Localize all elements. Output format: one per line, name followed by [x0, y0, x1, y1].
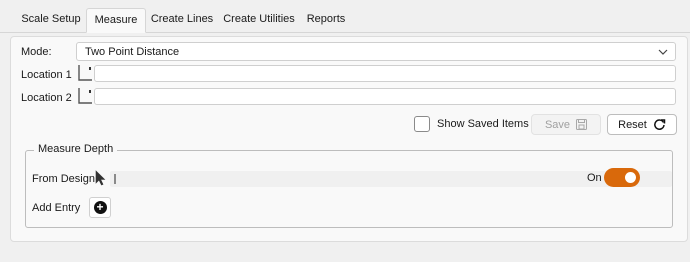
tab-scale-setup[interactable]: Scale Setup [16, 8, 86, 32]
point-picker-icon[interactable] [78, 87, 92, 104]
refresh-icon [653, 119, 666, 130]
save-button[interactable]: Save [531, 114, 601, 135]
save-label: Save [544, 118, 571, 131]
measure-depth-title: Measure Depth [34, 143, 118, 155]
location-1-input[interactable] [94, 65, 676, 82]
chevron-down-icon [658, 49, 668, 55]
show-saved-checkbox[interactable] [414, 116, 430, 132]
measure-depth-group [25, 150, 673, 228]
toggle-state-label: On [587, 172, 602, 184]
show-saved-label: Show Saved Items [437, 118, 529, 130]
tab-reports[interactable]: Reports [300, 8, 352, 32]
mode-value: Two Point Distance [85, 46, 180, 58]
from-design-label: From Design: [32, 173, 99, 185]
mode-label: Mode: [21, 46, 52, 58]
tab-create-utilities[interactable]: Create Utilities [218, 8, 300, 32]
location-1-label: Location 1 [21, 69, 72, 81]
floppy-disk-icon [576, 119, 588, 130]
reset-label: Reset [618, 118, 647, 131]
pointer-icon [95, 170, 106, 186]
location-2-input[interactable] [94, 88, 676, 105]
add-entry-button[interactable]: + [89, 197, 111, 218]
mode-select[interactable]: Two Point Distance [76, 42, 676, 61]
point-picker-icon[interactable] [78, 64, 92, 81]
tab-create-lines[interactable]: Create Lines [146, 8, 218, 32]
plus-circle-icon: + [93, 201, 107, 214]
text-caret [114, 174, 116, 184]
tab-measure[interactable]: Measure [86, 8, 146, 33]
from-design-toggle[interactable] [604, 168, 640, 187]
toggle-knob [625, 172, 636, 183]
add-entry-label: Add Entry [32, 202, 81, 214]
reset-button[interactable]: Reset [607, 114, 677, 135]
tab-bar: Scale Setup Measure Create Lines Create … [0, 0, 690, 33]
location-2-label: Location 2 [21, 92, 72, 104]
